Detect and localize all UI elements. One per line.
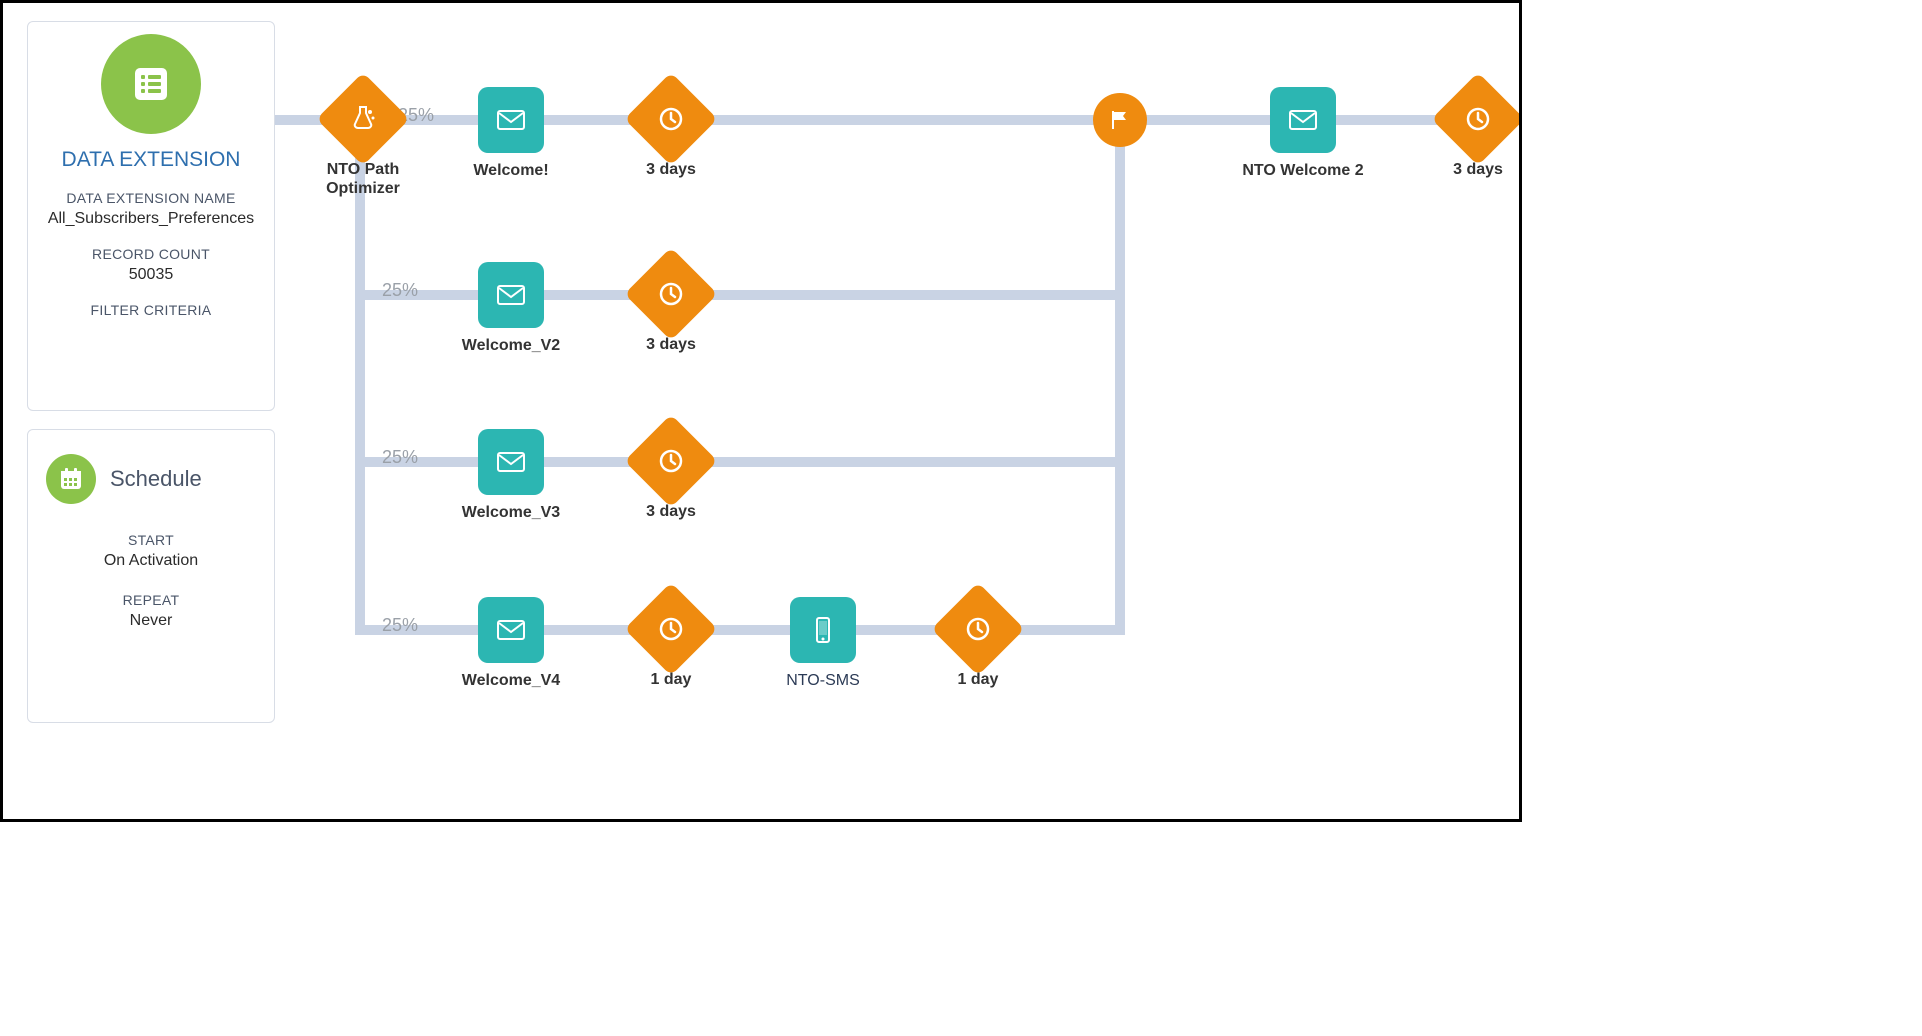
wait-r3-label: 3 days xyxy=(611,502,731,521)
clock-icon xyxy=(931,582,1024,675)
de-name-label: DATA EXTENSION NAME xyxy=(28,190,274,206)
journey-canvas-frame: DATA EXTENSION DATA EXTENSION NAME All_S… xyxy=(0,0,1522,822)
path2-percent: 25% xyxy=(382,280,418,301)
email-welcome3-node[interactable]: Welcome_V3 xyxy=(451,429,571,522)
email-icon xyxy=(1270,87,1336,153)
email-welcome2-node[interactable]: Welcome_V2 xyxy=(451,262,571,355)
email-welcome1-label: Welcome! xyxy=(451,161,571,180)
wait-r2-label: 3 days xyxy=(611,335,731,354)
path-optimizer-label: NTO Path Optimizer xyxy=(303,160,423,198)
flag-icon xyxy=(1093,93,1147,147)
flask-icon xyxy=(316,72,409,165)
email-welcome1-node[interactable]: Welcome! xyxy=(451,87,571,180)
email-welcome4-node[interactable]: Welcome_V4 xyxy=(451,597,571,690)
wait-r4b-label: 1 day xyxy=(918,670,1038,689)
clock-icon xyxy=(624,414,717,507)
wait-node-r1[interactable]: 3 days xyxy=(611,86,731,179)
wait-tail-label: 3 days xyxy=(1418,160,1522,179)
sms-label: NTO-SMS xyxy=(763,671,883,690)
email-icon xyxy=(478,87,544,153)
de-record-value: 50035 xyxy=(28,266,274,284)
email-welcome3-label: Welcome_V3 xyxy=(451,503,571,522)
email-icon xyxy=(478,429,544,495)
entry-data-extension-card[interactable]: DATA EXTENSION DATA EXTENSION NAME All_S… xyxy=(27,21,275,411)
calendar-icon xyxy=(46,454,96,504)
clock-icon xyxy=(624,582,717,675)
sms-node[interactable]: NTO-SMS xyxy=(763,597,883,690)
schedule-start-label: START xyxy=(46,532,256,548)
de-record-label: RECORD COUNT xyxy=(28,246,274,262)
wait-r1-label: 3 days xyxy=(611,160,731,179)
wait-node-r4a[interactable]: 1 day xyxy=(611,596,731,689)
clock-icon xyxy=(624,72,717,165)
path4-percent: 25% xyxy=(382,615,418,636)
schedule-card[interactable]: Schedule START On Activation REPEAT Neve… xyxy=(27,429,275,723)
connector xyxy=(1115,115,1125,635)
de-name-value: All_Subscribers_Preferences xyxy=(28,210,274,228)
schedule-repeat-value: Never xyxy=(46,612,256,630)
de-filter-label: FILTER CRITERIA xyxy=(28,302,274,318)
email-nto2-label: NTO Welcome 2 xyxy=(1228,161,1378,180)
wait-r4a-label: 1 day xyxy=(611,670,731,689)
email-icon xyxy=(478,262,544,328)
wait-node-r3[interactable]: 3 days xyxy=(611,428,731,521)
schedule-start-value: On Activation xyxy=(46,552,256,570)
schedule-repeat-label: REPEAT xyxy=(46,592,256,608)
wait-node-r4b[interactable]: 1 day xyxy=(918,596,1038,689)
clock-icon xyxy=(1431,72,1522,165)
email-welcome2-label: Welcome_V2 xyxy=(451,336,571,355)
join-node[interactable] xyxy=(1093,93,1147,147)
data-extension-icon xyxy=(101,34,201,134)
clock-icon xyxy=(624,247,717,340)
wait-node-r2[interactable]: 3 days xyxy=(611,261,731,354)
wait-tail-node[interactable]: 3 days xyxy=(1418,86,1522,179)
phone-icon xyxy=(790,597,856,663)
path3-percent: 25% xyxy=(382,447,418,468)
path-optimizer-node[interactable]: NTO Path Optimizer xyxy=(303,86,423,198)
de-title: DATA EXTENSION xyxy=(28,148,274,172)
schedule-title: Schedule xyxy=(110,466,202,492)
email-icon xyxy=(478,597,544,663)
email-welcome4-label: Welcome_V4 xyxy=(451,671,571,690)
email-nto2-node[interactable]: NTO Welcome 2 xyxy=(1228,87,1378,180)
